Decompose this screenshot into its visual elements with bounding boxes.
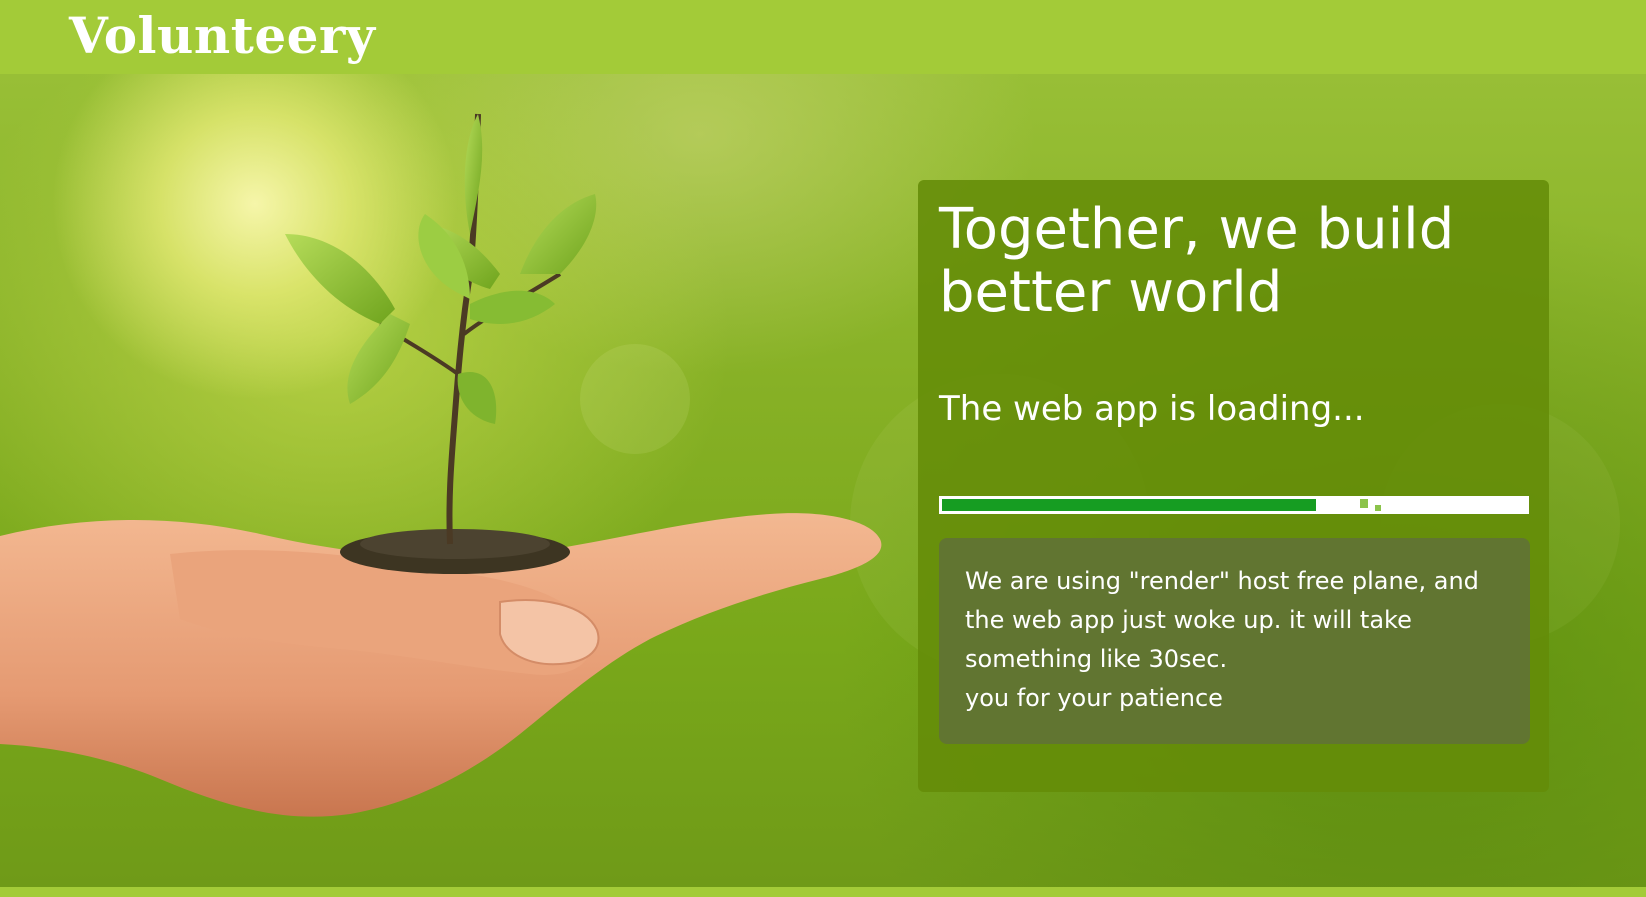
notice-line: We are using "render" host free plane, a…: [965, 567, 1479, 595]
hand-seedling-illustration: [0, 113, 882, 817]
site-header: Volunteery: [0, 0, 1646, 74]
page: Volunteery Together, we build better wor…: [0, 0, 1646, 897]
leaf-shape: [464, 114, 483, 234]
bottom-strip: [0, 887, 1646, 897]
info-notice: We are using "render" host free plane, a…: [939, 538, 1530, 744]
leaf-shape: [470, 290, 555, 324]
progress-indicator-dot: [1375, 505, 1381, 511]
leaf-shape: [285, 234, 395, 324]
loading-card: Together, we build better world The web …: [918, 180, 1549, 792]
leaf-shape: [457, 372, 497, 424]
progress-fill: [942, 499, 1316, 511]
loading-status: The web app is loading...: [939, 389, 1365, 429]
leaf-shape: [347, 314, 410, 404]
notice-line: you for your patience: [965, 684, 1223, 712]
notice-line: something like 30sec.: [965, 645, 1228, 673]
leaf-shape: [520, 194, 597, 274]
site-logo[interactable]: Volunteery: [69, 6, 375, 66]
progress-indicator-dot: [1360, 499, 1368, 508]
loading-progress-bar: [939, 496, 1529, 514]
card-title: Together, we build better world: [939, 197, 1455, 325]
notice-line: the web app just woke up. it will take: [965, 606, 1412, 634]
